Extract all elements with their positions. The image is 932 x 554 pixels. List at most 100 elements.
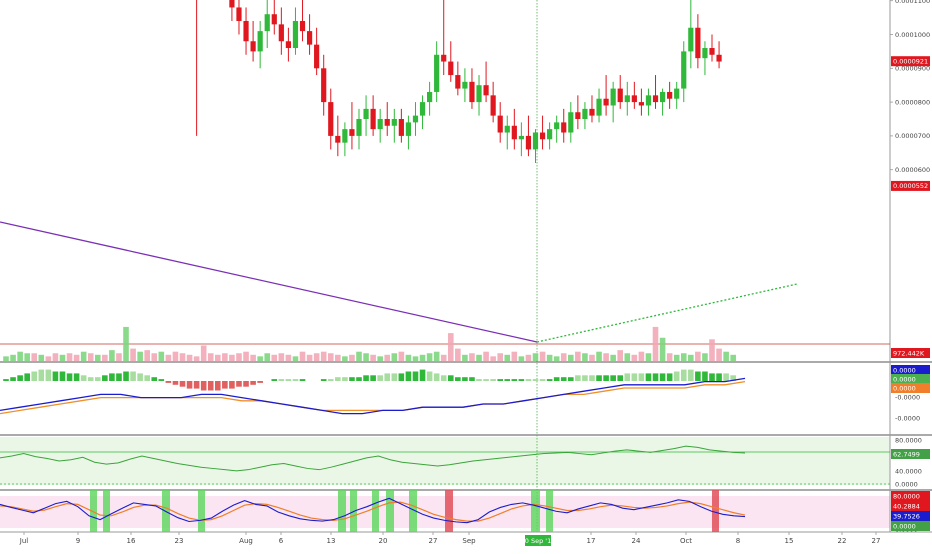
candle-body bbox=[688, 27, 694, 52]
candle bbox=[659, 88, 666, 116]
stoch-signal-bar bbox=[546, 490, 553, 532]
macd-badge: 0.0000 bbox=[893, 375, 916, 383]
candle-body bbox=[349, 129, 355, 136]
volume-bar bbox=[497, 353, 503, 361]
candle-body bbox=[412, 115, 419, 123]
candle-body bbox=[652, 95, 659, 103]
candle bbox=[434, 41, 440, 103]
volume-bar bbox=[17, 351, 23, 361]
macd-axis-label: -0.0000 bbox=[895, 393, 920, 401]
chart-root: 0.00032000.00030000.00028000.00026000.00… bbox=[0, 0, 932, 550]
volume-bar bbox=[102, 354, 108, 361]
candle bbox=[582, 102, 588, 130]
macd-hist-bar bbox=[695, 371, 701, 381]
volume-bar bbox=[243, 351, 249, 361]
volume-bar bbox=[412, 356, 419, 361]
stoch-signal-bar bbox=[198, 490, 205, 532]
macd-hist-bar bbox=[73, 373, 80, 381]
uptrend-line bbox=[536, 283, 798, 343]
candle bbox=[243, 7, 249, 55]
candle-body bbox=[547, 129, 553, 140]
macd-hist-bar bbox=[532, 379, 539, 381]
macd-hist-bar bbox=[688, 369, 694, 381]
macd-badge: 0.0000 bbox=[893, 366, 916, 374]
candle-body bbox=[250, 41, 256, 52]
candle-body bbox=[419, 102, 426, 116]
candle-body bbox=[575, 112, 581, 119]
macd-hist-bar bbox=[673, 371, 680, 381]
volume-bar bbox=[560, 353, 567, 361]
macd-hist-bar bbox=[645, 373, 652, 381]
time-axis-label: 9 bbox=[76, 537, 80, 545]
macd-axis-label: -0.0000 bbox=[895, 414, 920, 422]
volume-bar bbox=[94, 354, 101, 361]
time-axis-label: 22 bbox=[838, 537, 847, 545]
candle bbox=[412, 102, 419, 136]
volume-bar bbox=[553, 356, 560, 361]
macd-hist-bar bbox=[652, 373, 659, 381]
time-axis-label: 16 bbox=[127, 537, 136, 545]
candle-body bbox=[681, 51, 687, 89]
volume-bar bbox=[186, 354, 193, 361]
macd-hist-bar bbox=[553, 377, 560, 381]
volume-bar bbox=[617, 350, 624, 361]
candle bbox=[688, 0, 694, 69]
macd-hist-bar bbox=[631, 373, 638, 381]
macd-hist-bar bbox=[10, 377, 16, 381]
rsi-axis-label: 80.0000 bbox=[895, 436, 922, 444]
candle bbox=[667, 81, 673, 109]
macd-hist-bar bbox=[659, 373, 666, 381]
candle bbox=[589, 95, 595, 123]
volume-bar bbox=[398, 351, 405, 361]
macd-hist-bar bbox=[116, 373, 122, 381]
candle-body bbox=[582, 108, 588, 119]
volume-bar bbox=[285, 354, 292, 361]
volume-bar bbox=[342, 356, 348, 361]
volume-bar bbox=[109, 350, 115, 361]
candle bbox=[596, 88, 602, 123]
macd-hist-bar bbox=[207, 381, 214, 391]
volume-bar bbox=[596, 351, 602, 361]
price-badge: 0.0000921 bbox=[893, 58, 928, 66]
candle-body bbox=[264, 14, 270, 32]
volume-bar bbox=[716, 348, 722, 361]
time-axis-label: 23 bbox=[175, 537, 184, 545]
volume-bar bbox=[483, 351, 489, 361]
macd-hist-bar bbox=[426, 371, 433, 381]
macd-hist-bar bbox=[130, 371, 136, 381]
macd-hist-bar bbox=[680, 369, 687, 381]
candle bbox=[547, 122, 553, 150]
macd-hist-bar bbox=[384, 373, 391, 381]
macd-hist-bar bbox=[539, 379, 546, 381]
candle-body bbox=[321, 68, 327, 103]
candle-body bbox=[554, 122, 560, 130]
volume-bar bbox=[575, 351, 581, 361]
macd-hist-bar bbox=[582, 375, 588, 381]
macd-hist-bar bbox=[525, 379, 532, 381]
price-axis-label: 0.0000800 bbox=[895, 98, 930, 106]
candle bbox=[278, 7, 284, 55]
candle-body bbox=[490, 95, 496, 116]
candle bbox=[285, 27, 291, 62]
candle-body bbox=[645, 95, 652, 106]
macd-hist-bar bbox=[356, 377, 362, 381]
macd-hist-bar bbox=[483, 379, 489, 381]
candle bbox=[568, 102, 574, 143]
candle bbox=[370, 95, 376, 136]
macd-hist-bar bbox=[391, 373, 398, 381]
volume-bar bbox=[130, 348, 136, 361]
candle-body bbox=[561, 122, 567, 133]
volume-bar bbox=[447, 333, 454, 361]
candle-body bbox=[667, 91, 673, 99]
candle-body bbox=[229, 0, 235, 8]
candle bbox=[695, 14, 701, 69]
volume-bar bbox=[327, 353, 334, 361]
macd-hist-bar bbox=[617, 375, 624, 381]
macd-hist-bar bbox=[560, 377, 567, 381]
volume-bar bbox=[292, 356, 299, 361]
macd-hist-bar bbox=[179, 381, 186, 387]
crosshair-date-label: 10 Sep '18 bbox=[521, 537, 556, 545]
macd-hist-bar bbox=[405, 371, 412, 381]
candle-body bbox=[659, 91, 666, 103]
candle-body bbox=[292, 20, 299, 49]
